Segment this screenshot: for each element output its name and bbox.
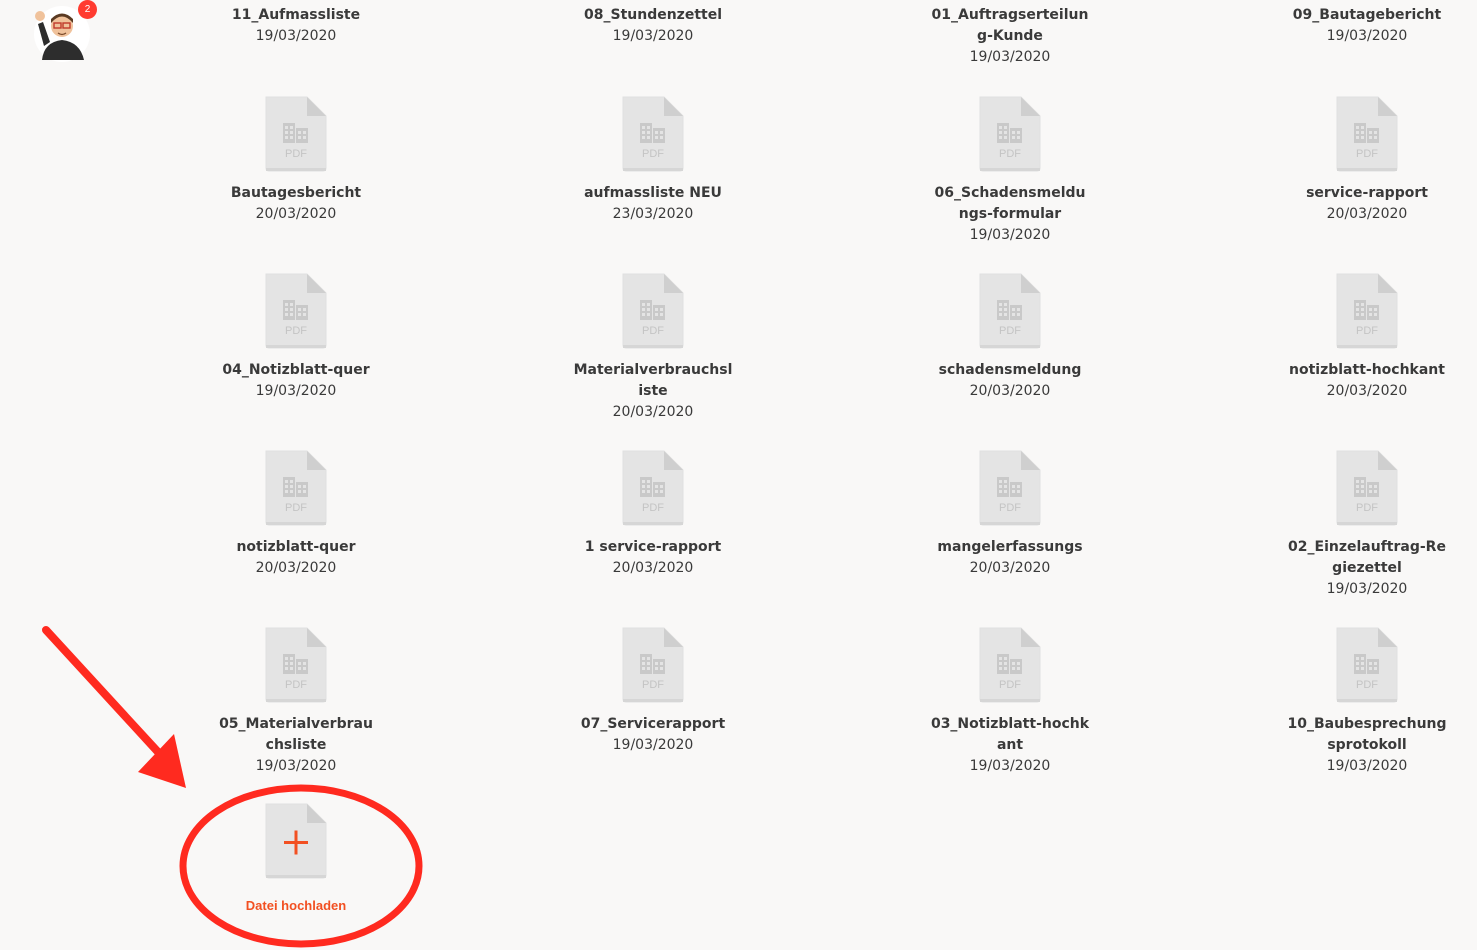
notification-badge: 2	[78, 0, 97, 19]
file-date: 19/03/2020	[255, 758, 337, 774]
pdf-label: PDF	[642, 679, 664, 691]
file-name: aufmassliste NEU	[584, 185, 722, 201]
pdf-label: PDF	[642, 148, 664, 160]
file-item[interactable]: PDF service-rapport 20/03/2020	[1257, 95, 1477, 225]
file-name: 05_Materialverbrauchsliste	[219, 716, 373, 753]
file-item[interactable]: PDF Materialverbrauchsliste 20/03/2020	[543, 272, 763, 423]
pdf-file-icon: PDF	[1336, 273, 1398, 349]
file-date: 19/03/2020	[969, 49, 1051, 65]
file-name: notizblatt-hochkant	[1289, 362, 1445, 378]
file-date: 20/03/2020	[612, 404, 694, 420]
pdf-label: PDF	[999, 148, 1021, 160]
file-date: 19/03/2020	[612, 28, 694, 44]
upload-label: Datei hochladen	[245, 898, 347, 913]
file-date: 20/03/2020	[255, 206, 337, 222]
pdf-file-icon: PDF	[265, 273, 327, 349]
file-item[interactable]: PDF 04_Notizblatt-quer 19/03/2020	[186, 272, 406, 402]
file-name: 09_Bautagebericht	[1292, 7, 1442, 23]
file-date: 19/03/2020	[612, 737, 694, 753]
pdf-label: PDF	[999, 502, 1021, 514]
pdf-label: PDF	[1356, 502, 1378, 514]
file-item[interactable]: PDF notizblatt-hochkant 20/03/2020	[1257, 272, 1477, 402]
pdf-file-icon: PDF	[622, 96, 684, 172]
pdf-file-icon: PDF	[979, 273, 1041, 349]
file-item[interactable]: PDF mangelerfassungs 20/03/2020	[900, 449, 1120, 579]
file-date: 19/03/2020	[969, 227, 1051, 243]
file-date: 19/03/2020	[1326, 28, 1408, 44]
pdf-label: PDF	[1356, 679, 1378, 691]
pdf-label: PDF	[285, 502, 307, 514]
file-item[interactable]: PDF 10_Baubesprechungsprotokoll 19/03/20…	[1257, 626, 1477, 777]
file-date: 20/03/2020	[1326, 206, 1408, 222]
pdf-file-icon: PDF	[1336, 627, 1398, 703]
file-item[interactable]: PDF 1 service-rapport 20/03/2020	[543, 449, 763, 579]
file-item[interactable]: PDF 09_Bautagebericht 19/03/2020	[1257, 3, 1477, 47]
pdf-file-icon: PDF	[622, 450, 684, 526]
pdf-file-icon: PDF	[622, 273, 684, 349]
file-name: 1 service-rapport	[584, 539, 722, 555]
file-date: 23/03/2020	[612, 206, 694, 222]
file-name: 02_Einzelauftrag-Regiezettel	[1288, 539, 1446, 576]
file-name: 04_Notizblatt-quer	[222, 362, 370, 378]
pdf-label: PDF	[999, 679, 1021, 691]
pdf-label: PDF	[999, 325, 1021, 337]
file-name: 07_Servicerapport	[580, 716, 726, 732]
file-date: 19/03/2020	[255, 383, 337, 399]
file-date: 19/03/2020	[1326, 758, 1408, 774]
pdf-label: PDF	[1356, 325, 1378, 337]
file-name: 08_Stundenzettel	[584, 7, 722, 23]
file-name: notizblatt-quer	[236, 539, 356, 555]
file-item[interactable]: PDF 02_Einzelauftrag-Regiezettel 19/03/2…	[1257, 449, 1477, 600]
pdf-label: PDF	[642, 325, 664, 337]
file-date: 20/03/2020	[255, 560, 337, 576]
pdf-file-icon: PDF	[265, 627, 327, 703]
annotation-arrow-head	[138, 734, 186, 788]
pdf-file-icon: PDF	[1336, 450, 1398, 526]
file-name: schadensmeldung	[938, 362, 1082, 378]
file-name: service-rapport	[1306, 185, 1428, 201]
file-item[interactable]: PDF 11_Aufmassliste 19/03/2020	[186, 3, 406, 47]
pdf-file-icon: PDF	[622, 627, 684, 703]
pdf-file-icon: PDF	[979, 96, 1041, 172]
file-item[interactable]: PDF aufmassliste NEU 23/03/2020	[543, 95, 763, 225]
file-date: 20/03/2020	[612, 560, 694, 576]
file-date: 20/03/2020	[969, 383, 1051, 399]
file-name: 01_Auftragserteilung-Kunde	[931, 7, 1089, 44]
file-name: 06_Schadensmeldungs-formular	[934, 185, 1086, 222]
file-name: 03_Notizblatt-hochkant	[930, 716, 1090, 753]
annotation-arrow-shaft	[42, 626, 162, 756]
file-name: Materialverbrauchsliste	[573, 362, 733, 399]
file-item[interactable]: PDF 07_Servicerapport 19/03/2020	[543, 626, 763, 756]
file-name: Bautagesbericht	[230, 185, 362, 201]
file-name: 10_Baubesprechungsprotokoll	[1287, 716, 1447, 753]
file-item[interactable]: PDF 05_Materialverbrauchsliste 19/03/202…	[186, 626, 406, 777]
file-name: mangelerfassungs	[937, 539, 1083, 555]
pdf-file-icon: PDF	[1336, 96, 1398, 172]
file-item[interactable]: PDF 03_Notizblatt-hochkant 19/03/2020	[900, 626, 1120, 777]
file-date: 20/03/2020	[1326, 383, 1408, 399]
file-date: 19/03/2020	[1326, 581, 1408, 597]
file-date: 20/03/2020	[969, 560, 1051, 576]
pdf-label: PDF	[285, 679, 307, 691]
file-item[interactable]: PDF schadensmeldung 20/03/2020	[900, 272, 1120, 402]
pdf-file-icon: PDF	[979, 627, 1041, 703]
plus-icon	[265, 803, 327, 879]
file-item[interactable]: PDF 06_Schadensmeldungs-formular 19/03/2…	[900, 95, 1120, 246]
pdf-file-icon: PDF	[265, 450, 327, 526]
pdf-label: PDF	[1356, 148, 1378, 160]
file-item[interactable]: PDF 01_Auftragserteilung-Kunde 19/03/202…	[900, 3, 1120, 68]
file-name: 11_Aufmassliste	[231, 7, 361, 23]
pdf-label: PDF	[642, 502, 664, 514]
pdf-file-icon: PDF	[265, 96, 327, 172]
pdf-label: PDF	[285, 148, 307, 160]
file-date: 19/03/2020	[255, 28, 337, 44]
pdf-label: PDF	[285, 325, 307, 337]
file-item[interactable]: PDF notizblatt-quer 20/03/2020	[186, 449, 406, 579]
upload-file-button[interactable]: Datei hochladen	[186, 802, 406, 913]
pdf-file-icon: PDF	[979, 450, 1041, 526]
file-item[interactable]: PDF Bautagesbericht 20/03/2020	[186, 95, 406, 225]
file-date: 19/03/2020	[969, 758, 1051, 774]
file-item[interactable]: PDF 08_Stundenzettel 19/03/2020	[543, 3, 763, 47]
